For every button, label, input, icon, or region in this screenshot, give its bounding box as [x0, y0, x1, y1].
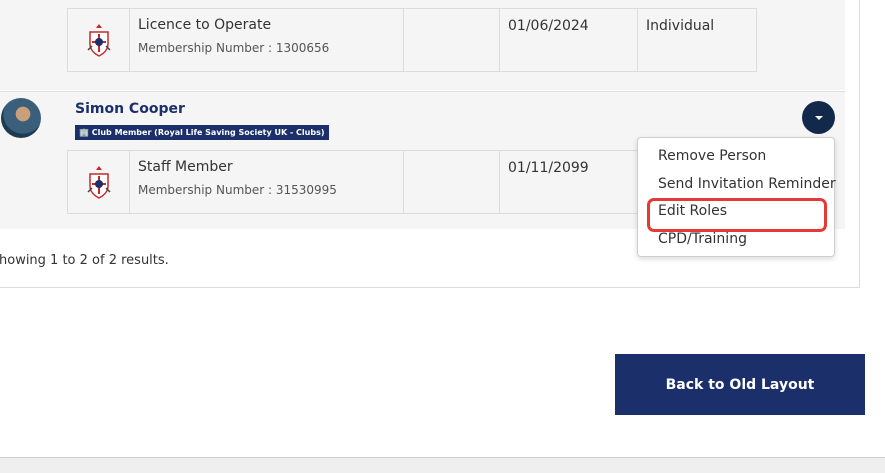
results-count: howing 1 to 2 of 2 results.	[0, 253, 169, 268]
person-actions-menu: Remove Person Send Invitation Reminder E…	[637, 137, 836, 257]
empty-cell	[404, 151, 500, 213]
avatar	[1, 98, 41, 138]
role-title: Staff Member	[138, 159, 233, 175]
menu-item-send-invitation-reminder[interactable]: Send Invitation Reminder	[638, 172, 836, 200]
club-member-badge: 🏢 Club Member (Royal Life Saving Society…	[75, 125, 329, 140]
rlss-crest-icon	[68, 151, 130, 213]
membership-number: Membership Number : 1300656	[138, 41, 330, 55]
role-info: Staff Member Membership Number : 3153099…	[130, 151, 404, 213]
chevron-down-icon	[814, 115, 823, 120]
role-date: 01/11/2099	[508, 160, 589, 176]
menu-item-remove-person[interactable]: Remove Person	[638, 144, 834, 172]
menu-item-edit-roles[interactable]: Edit Roles	[638, 198, 834, 232]
role-row-staff: Staff Member Membership Number : 3153099…	[67, 150, 647, 214]
empty-cell	[404, 9, 500, 71]
role-row-licence: Licence to Operate Membership Number : 1…	[67, 8, 757, 72]
person-actions-button[interactable]	[802, 101, 835, 134]
role-type: Individual	[646, 18, 715, 34]
person-name[interactable]: Simon Cooper	[75, 101, 185, 117]
back-to-old-layout-button[interactable]: Back to Old Layout	[615, 354, 865, 415]
rlss-crest-icon	[68, 9, 130, 71]
footer-band	[0, 457, 885, 473]
role-title: Licence to Operate	[138, 17, 272, 33]
menu-item-cpd-training[interactable]: CPD/Training	[638, 227, 834, 255]
membership-number: Membership Number : 31530995	[138, 183, 337, 197]
role-info: Licence to Operate Membership Number : 1…	[130, 9, 404, 71]
role-date: 01/06/2024	[500, 9, 638, 71]
